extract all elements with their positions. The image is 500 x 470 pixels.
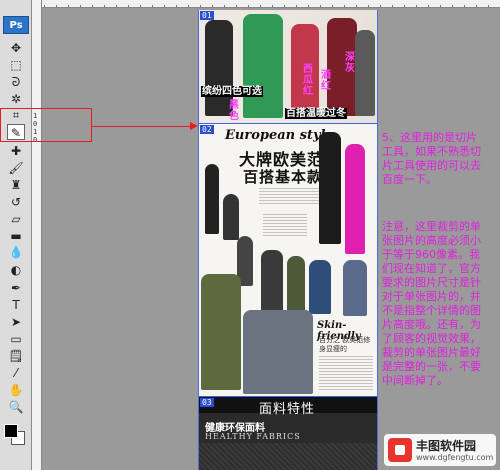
watermark-url: www.dgfengtu.com [416, 453, 494, 462]
gradient-tool-icon[interactable]: ▬ [7, 228, 25, 244]
slice-01[interactable]: 缤纷四色可选 黑色 深灰 西瓜红 酒红 百搭温暖过冬 01 [199, 10, 377, 123]
clone-stamp-tool-icon[interactable]: ♜ [7, 177, 25, 193]
annotation-arrow-line [92, 126, 192, 127]
fabric-section-title: 面料特性 [259, 402, 316, 417]
magic-wand-tool-icon[interactable]: ✲ [7, 91, 25, 107]
tools-panel: Ps ✥ ⬚ ᘒ ✲ ⌗ ✎ ✚ 🖌 ♜ ↺ ▱ ▬ 💧 ◐ ✒ T ➤ ▭ 🗒 ⁄ ✋ 🔍 [0, 0, 32, 470]
annotation-note-height: 注意，这里裁剪的单张图片的高度必须小于等于960像素。我们现在知道了，官方要求的… [382, 220, 481, 387]
watermark-name: 丰图软件园 [416, 439, 477, 453]
dodge-tool-icon[interactable]: ◐ [7, 262, 25, 278]
magazine-text-block [263, 214, 307, 238]
history-brush-tool-icon[interactable]: ↺ [7, 194, 25, 210]
slice-03[interactable]: 面料特性 健康环保面料 HEALTHY FABRICS 03 [199, 397, 377, 470]
vertical-ruler: 1 0 1 0 [32, 0, 42, 470]
model-figure [205, 164, 219, 234]
model-green-dress [243, 14, 283, 118]
annotation-arrow-head [190, 122, 198, 130]
path-selection-tool-icon[interactable]: ➤ [7, 314, 25, 330]
pen-tool-icon[interactable]: ✒ [7, 280, 25, 296]
slice-badge: 01 [200, 11, 214, 20]
model-grey-dress [355, 30, 375, 116]
annotation-note-slice-tool: 5、这里用的是切片工具，如果不熟悉切片工具使用的可以去百度一下。 [382, 131, 481, 186]
magazine-title-cn-2: 百搭基本款 [243, 168, 324, 186]
model-figure [243, 310, 313, 394]
model-figure [319, 132, 341, 244]
fabric-texture-image [199, 443, 377, 470]
slice-02[interactable]: European style 大牌欧美范 百搭基本款 Skin-friendly… [199, 124, 377, 396]
horizontal-ruler [32, 0, 500, 8]
photoshop-logo: Ps [3, 16, 29, 34]
marquee-tool-icon[interactable]: ⬚ [7, 57, 25, 73]
model-figure [343, 260, 367, 316]
zoom-tool-icon[interactable]: 🔍 [7, 399, 25, 415]
type-tool-icon[interactable]: T [7, 297, 25, 313]
magazine-caption: 百分之 欧美范修身显瘦的 [319, 336, 371, 353]
magazine-text-block [259, 188, 319, 204]
healing-brush-tool-icon[interactable]: ✚ [7, 143, 25, 159]
magazine-text-block [319, 356, 373, 390]
eraser-tool-icon[interactable]: ▱ [7, 211, 25, 227]
slice-badge: 02 [200, 125, 214, 134]
slice1-tag-watermelon: 西瓜红 [303, 64, 313, 97]
move-tool-icon[interactable]: ✥ [7, 40, 25, 56]
notes-tool-icon[interactable]: 🗒 [7, 348, 25, 364]
slice1-tag-wine: 酒红 [321, 70, 331, 92]
document-canvas[interactable]: 缤纷四色可选 黑色 深灰 西瓜红 酒红 百搭温暖过冬 01 European s… [198, 10, 378, 470]
slice1-tag-warm: 百搭温暖过冬 [285, 108, 347, 119]
slice1-tag-black: 黑色 [229, 100, 239, 122]
fabric-title-en: HEALTHY FABRICS [205, 432, 301, 441]
blur-tool-icon[interactable]: 💧 [7, 244, 25, 260]
lasso-tool-icon[interactable]: ᘒ [7, 74, 25, 90]
brush-tool-icon[interactable]: 🖌 [7, 160, 25, 176]
foreground-color-swatch[interactable] [4, 424, 18, 438]
slice1-tag-colors: 缤纷四色可选 [201, 86, 263, 97]
watermark-logo-icon [388, 438, 412, 462]
magazine-title-en: European style [225, 128, 334, 143]
slice-tool-highlight [0, 108, 92, 142]
site-watermark: 丰图软件园 www.dgfengtu.com [384, 434, 496, 466]
shape-tool-icon[interactable]: ▭ [7, 331, 25, 347]
hand-tool-icon[interactable]: ✋ [7, 382, 25, 398]
slice1-tag-grey: 深灰 [345, 52, 355, 74]
model-figure [201, 274, 241, 390]
slice-badge: 03 [200, 398, 214, 407]
model-figure [345, 144, 365, 254]
model-figure [309, 260, 331, 314]
model-figure [223, 194, 239, 240]
eyedropper-tool-icon[interactable]: ⁄ [7, 365, 25, 381]
